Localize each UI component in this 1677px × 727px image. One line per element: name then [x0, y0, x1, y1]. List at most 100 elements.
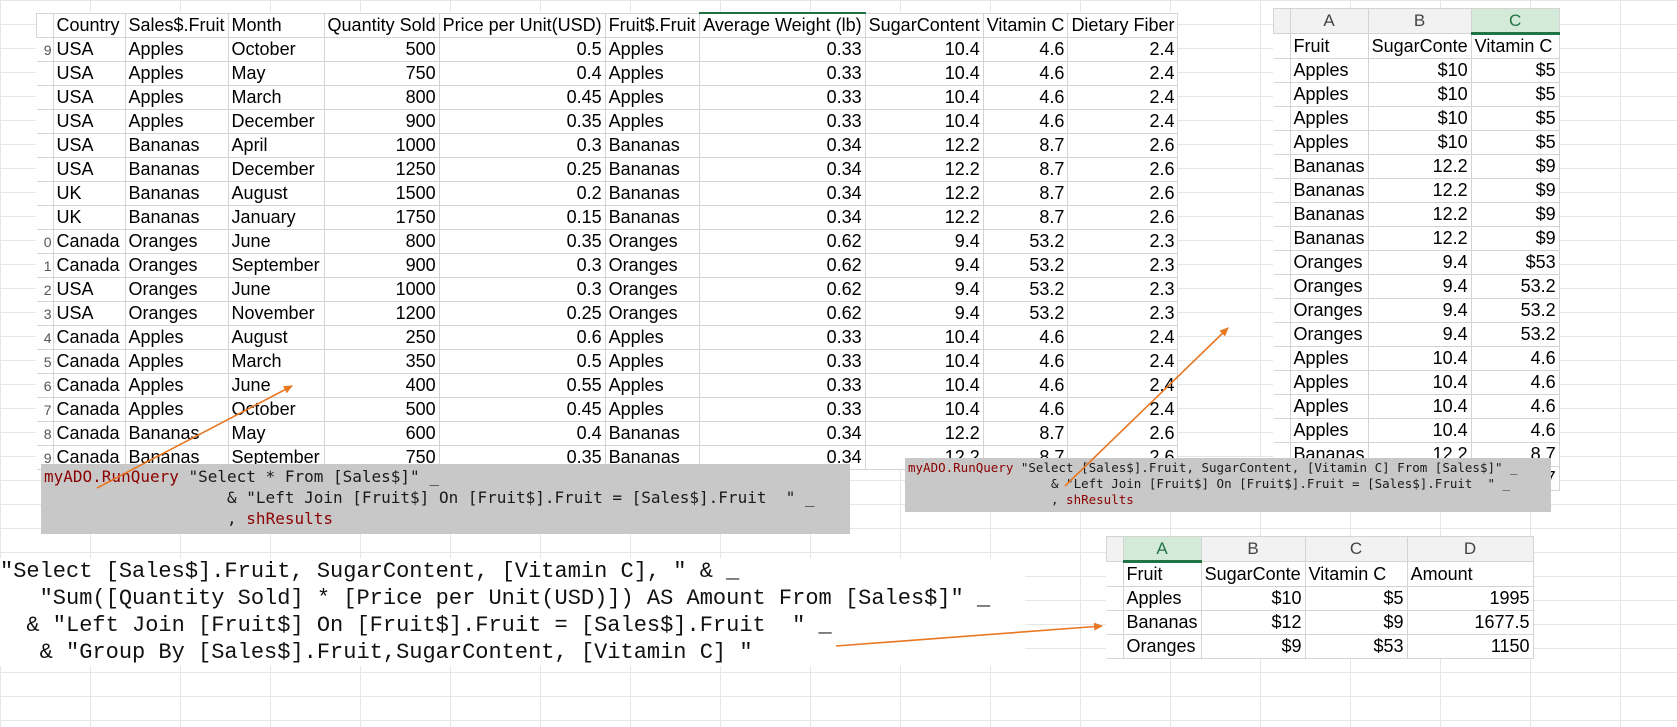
column-letter[interactable]: A [1289, 8, 1369, 34]
table-cell: 2.6 [1067, 421, 1179, 446]
table-cell: 900 [323, 253, 440, 278]
table-cell: January [227, 205, 325, 230]
table-cell: 1000 [323, 277, 440, 302]
table-cell: 53.2 [1470, 274, 1560, 299]
table-cell: 0.35 [438, 109, 606, 134]
table-cell: $5 [1470, 58, 1560, 83]
table-cell: 2.4 [1067, 61, 1179, 86]
table-row[interactable]: Bananas 12.2 $9 [1273, 154, 1560, 179]
table-cell: 12.2 [864, 157, 984, 182]
column-header: Country [52, 12, 126, 38]
table-cell: 10.4 [864, 85, 984, 110]
table-row[interactable]: Apples $10 $5 1995 [1106, 586, 1534, 611]
table-row[interactable]: Bananas 12.2 $9 [1273, 202, 1560, 227]
table-row[interactable]: Apples 10.4 4.6 [1273, 370, 1560, 395]
table-cell: 8.7 [982, 421, 1069, 446]
table-row[interactable]: Oranges 9.4 53.2 [1273, 274, 1560, 299]
row-number [1273, 418, 1291, 443]
table-row[interactable]: 6 Canada Apples June 400 0.55 Apples 0.33 10.4 4.… [36, 373, 1179, 398]
row-number [1273, 154, 1291, 179]
table-cell: UK [52, 181, 126, 206]
column-letter[interactable]: C [1470, 8, 1560, 35]
sales-sheet: Country Sales$.Fruit Month Quantity Sold Pri… [36, 12, 1179, 470]
column-letter[interactable]: D [1406, 536, 1534, 562]
column-header: Dietary Fiber [1067, 12, 1179, 38]
table-cell: Apples [1122, 586, 1202, 611]
sheet-corner[interactable] [1273, 8, 1291, 34]
row-number: 9 [36, 37, 54, 62]
table-cell: Oranges [604, 277, 700, 302]
table-cell: Bananas [124, 421, 229, 446]
table-row[interactable]: 1 Canada Oranges September 900 0.3 Oranges 0.62… [36, 253, 1179, 278]
column-header: Quantity Sold [323, 12, 440, 38]
table-cell: 10.4 [864, 397, 984, 422]
table-cell: 8.7 [982, 133, 1069, 158]
code-line: & "Group By [Sales$].Fruit,SugarContent,… [0, 640, 753, 665]
table-cell: 0.2 [438, 181, 606, 206]
row-number [36, 109, 54, 134]
table-row[interactable]: Apples 10.4 4.6 [1273, 394, 1560, 419]
table-cell: $9 [1470, 226, 1560, 251]
table-row[interactable]: Apples $10 $5 [1273, 58, 1560, 83]
table-row[interactable]: 5 Canada Apples March 350 0.5 Apples 0.33 10.4 4.… [36, 349, 1179, 374]
table-row[interactable]: 3 USA Oranges November 1200 0.25 Oranges 0.62 9.… [36, 301, 1179, 326]
column-letter[interactable]: B [1200, 536, 1306, 562]
sheet-corner[interactable] [1106, 536, 1124, 562]
table-row[interactable]: 4 Canada Apples August 250 0.6 Apples 0.33 10.4 4… [36, 325, 1179, 350]
table-row[interactable]: Apples $10 $5 [1273, 82, 1560, 107]
row-number [36, 85, 54, 110]
table-row[interactable]: 9 USA Apples October 500 0.5 Apples 0.33 10.4 4.6… [36, 37, 1179, 62]
row-number [1273, 322, 1291, 347]
table-cell: Oranges [124, 277, 229, 302]
table-row[interactable]: 0 Canada Oranges June 800 0.35 Oranges 0.62 9.4 5… [36, 229, 1179, 254]
table-cell: Canada [52, 421, 126, 446]
table-row[interactable]: Oranges 9.4 $53 [1273, 250, 1560, 275]
row-number: 4 [36, 325, 54, 350]
table-row[interactable]: UK Bananas August 1500 0.2 Bananas 0.34 12.2 8.7… [36, 181, 1179, 206]
table-cell: Bananas [124, 181, 229, 206]
table-row[interactable]: 8 Canada Bananas May 600 0.4 Bananas 0.34 12.2 8.… [36, 421, 1179, 446]
table-row[interactable]: Bananas 12.2 $9 [1273, 178, 1560, 203]
table-row[interactable]: Apples $10 $5 [1273, 130, 1560, 155]
column-letter[interactable]: B [1367, 8, 1472, 34]
table-row[interactable]: Oranges 9.4 53.2 [1273, 298, 1560, 323]
table-row[interactable]: Oranges $9 $53 1150 [1106, 634, 1534, 659]
table-row[interactable]: USA Apples March 800 0.45 Apples 0.33 10.4 4.6 2.… [36, 85, 1179, 110]
column-letter[interactable]: A [1122, 536, 1202, 563]
table-row[interactable]: Bananas $12 $9 1677.5 [1106, 610, 1534, 635]
table-row[interactable]: USA Bananas April 1000 0.3 Bananas 0.34 12.2 8.7… [36, 133, 1179, 158]
table-cell: $10 [1367, 106, 1472, 131]
column-letter[interactable]: C [1304, 536, 1408, 562]
code-text: & "Left Join [Fruit$] On [Fruit$].Fruit … [44, 488, 815, 507]
table-cell: 10.4 [864, 325, 984, 350]
table-cell: 1000 [323, 133, 440, 158]
table-cell: 2.6 [1067, 205, 1179, 230]
table-cell: $10 [1200, 586, 1306, 611]
table-cell: Bananas [604, 421, 700, 446]
column-header: Fruit [1289, 33, 1369, 59]
table-row[interactable]: USA Apples December 900 0.35 Apples 0.33 10.4 4.… [36, 109, 1179, 134]
table-cell: Apples [604, 349, 700, 374]
table-cell: Apples [604, 85, 700, 110]
table-cell: Oranges [1122, 634, 1202, 659]
table-cell: 250 [323, 325, 440, 350]
table-row[interactable]: Apples 10.4 4.6 [1273, 346, 1560, 371]
table-row[interactable]: 2 USA Oranges June 1000 0.3 Oranges 0.62 9.4 53.2… [36, 277, 1179, 302]
table-row[interactable]: Apples 10.4 4.6 [1273, 418, 1560, 443]
table-row[interactable]: Bananas 12.2 $9 [1273, 226, 1560, 251]
table-cell: 0.35 [438, 229, 606, 254]
table-cell: Oranges [1289, 322, 1369, 347]
table-cell: 12.2 [864, 421, 984, 446]
table-cell: Canada [52, 397, 126, 422]
table-cell: 4.6 [982, 61, 1069, 86]
row-number [36, 205, 54, 230]
table-row[interactable]: Apples $10 $5 [1273, 106, 1560, 131]
table-row[interactable]: Oranges 9.4 53.2 [1273, 322, 1560, 347]
table-row[interactable]: 7 Canada Apples October 500 0.45 Apples 0.33 10.… [36, 397, 1179, 422]
table-row[interactable]: USA Bananas December 1250 0.25 Bananas 0.34 12.… [36, 157, 1179, 182]
table-cell: Bananas [604, 157, 700, 182]
table-cell: 0.33 [698, 109, 866, 134]
column-header: SugarConte [1200, 561, 1306, 587]
table-row[interactable]: UK Bananas January 1750 0.15 Bananas 0.34 12.2 8… [36, 205, 1179, 230]
table-row[interactable]: USA Apples May 750 0.4 Apples 0.33 10.4 4.6 2.4 [36, 61, 1179, 86]
